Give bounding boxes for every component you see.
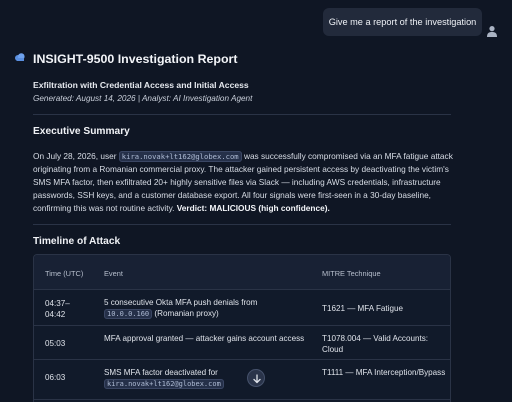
row-event-email-code: kira.novak+lt162@globex.com: [104, 379, 224, 389]
report-subtitle: Exfiltration with Credential Access and …: [33, 80, 249, 90]
row-event-ip-code: 10.0.0.160: [104, 309, 153, 319]
scroll-to-bottom-button[interactable]: [247, 369, 265, 387]
divider: [33, 114, 451, 115]
row-time: 06:03: [45, 373, 66, 382]
arrow-down-icon: [253, 374, 261, 384]
table-row: 04:37– 04:42 5 consecutive Okta MFA push…: [34, 289, 450, 325]
timeline-heading: Timeline of Attack: [33, 236, 121, 247]
report-meta: Generated: August 14, 2026 | Analyst: AI…: [33, 94, 253, 103]
assistant-cloud-icon: [15, 53, 25, 61]
row-event: SMS MFA factor deactivated for kira.nova…: [104, 367, 309, 390]
row-mitre: T1111 — MFA Interception/Bypass: [322, 368, 446, 377]
row-time: 04:37– 04:42: [45, 298, 95, 320]
row-event: MFA approval granted — attacker gains ac…: [104, 334, 305, 343]
row-time: 05:03: [45, 339, 66, 348]
row-event-text: 5 consecutive Okta MFA push denials from: [104, 298, 258, 307]
row-time-line-1: 04:37–: [45, 299, 70, 308]
column-header-mitre: MITRE Technique: [322, 269, 381, 278]
row-time-line-2: 04:42: [45, 310, 66, 319]
row-event-text: SMS MFA factor deactivated for: [104, 368, 218, 377]
row-event: 5 consecutive Okta MFA push denials from…: [104, 297, 314, 320]
summary-verdict: Verdict: MALICIOUS (high confidence).: [176, 203, 330, 213]
column-header-time: Time (UTC): [45, 269, 84, 278]
column-header-event: Event: [104, 269, 123, 278]
user-message-bubble: Give me a report of the investigation: [323, 8, 482, 36]
user-avatar-icon: [487, 26, 497, 37]
summary-text-part-1: On July 28, 2026, user: [33, 151, 119, 161]
row-mitre: T1078.004 — Valid Accounts: Cloud: [322, 334, 429, 354]
table-row: 05:03 MFA approval granted — attacker ga…: [34, 325, 450, 359]
timeline-table: Time (UTC) Event MITRE Technique 04:37– …: [33, 254, 451, 402]
executive-summary-heading: Executive Summary: [33, 126, 130, 137]
row-mitre: T1621 — MFA Fatigue: [322, 304, 403, 313]
user-message-text: Give me a report of the investigation: [328, 17, 477, 27]
report-title: INSIGHT-9500 Investigation Report: [33, 52, 238, 66]
executive-summary-text: On July 28, 2026, user kira.novak+lt162@…: [33, 150, 453, 215]
divider: [33, 224, 451, 225]
row-event-suffix: (Romanian proxy): [152, 309, 219, 318]
timeline-table-header: Time (UTC) Event MITRE Technique: [34, 255, 450, 289]
table-row: 06:03 SMS MFA factor deactivated for kir…: [34, 359, 450, 399]
summary-user-email-code: kira.novak+lt162@globex.com: [118, 151, 242, 162]
